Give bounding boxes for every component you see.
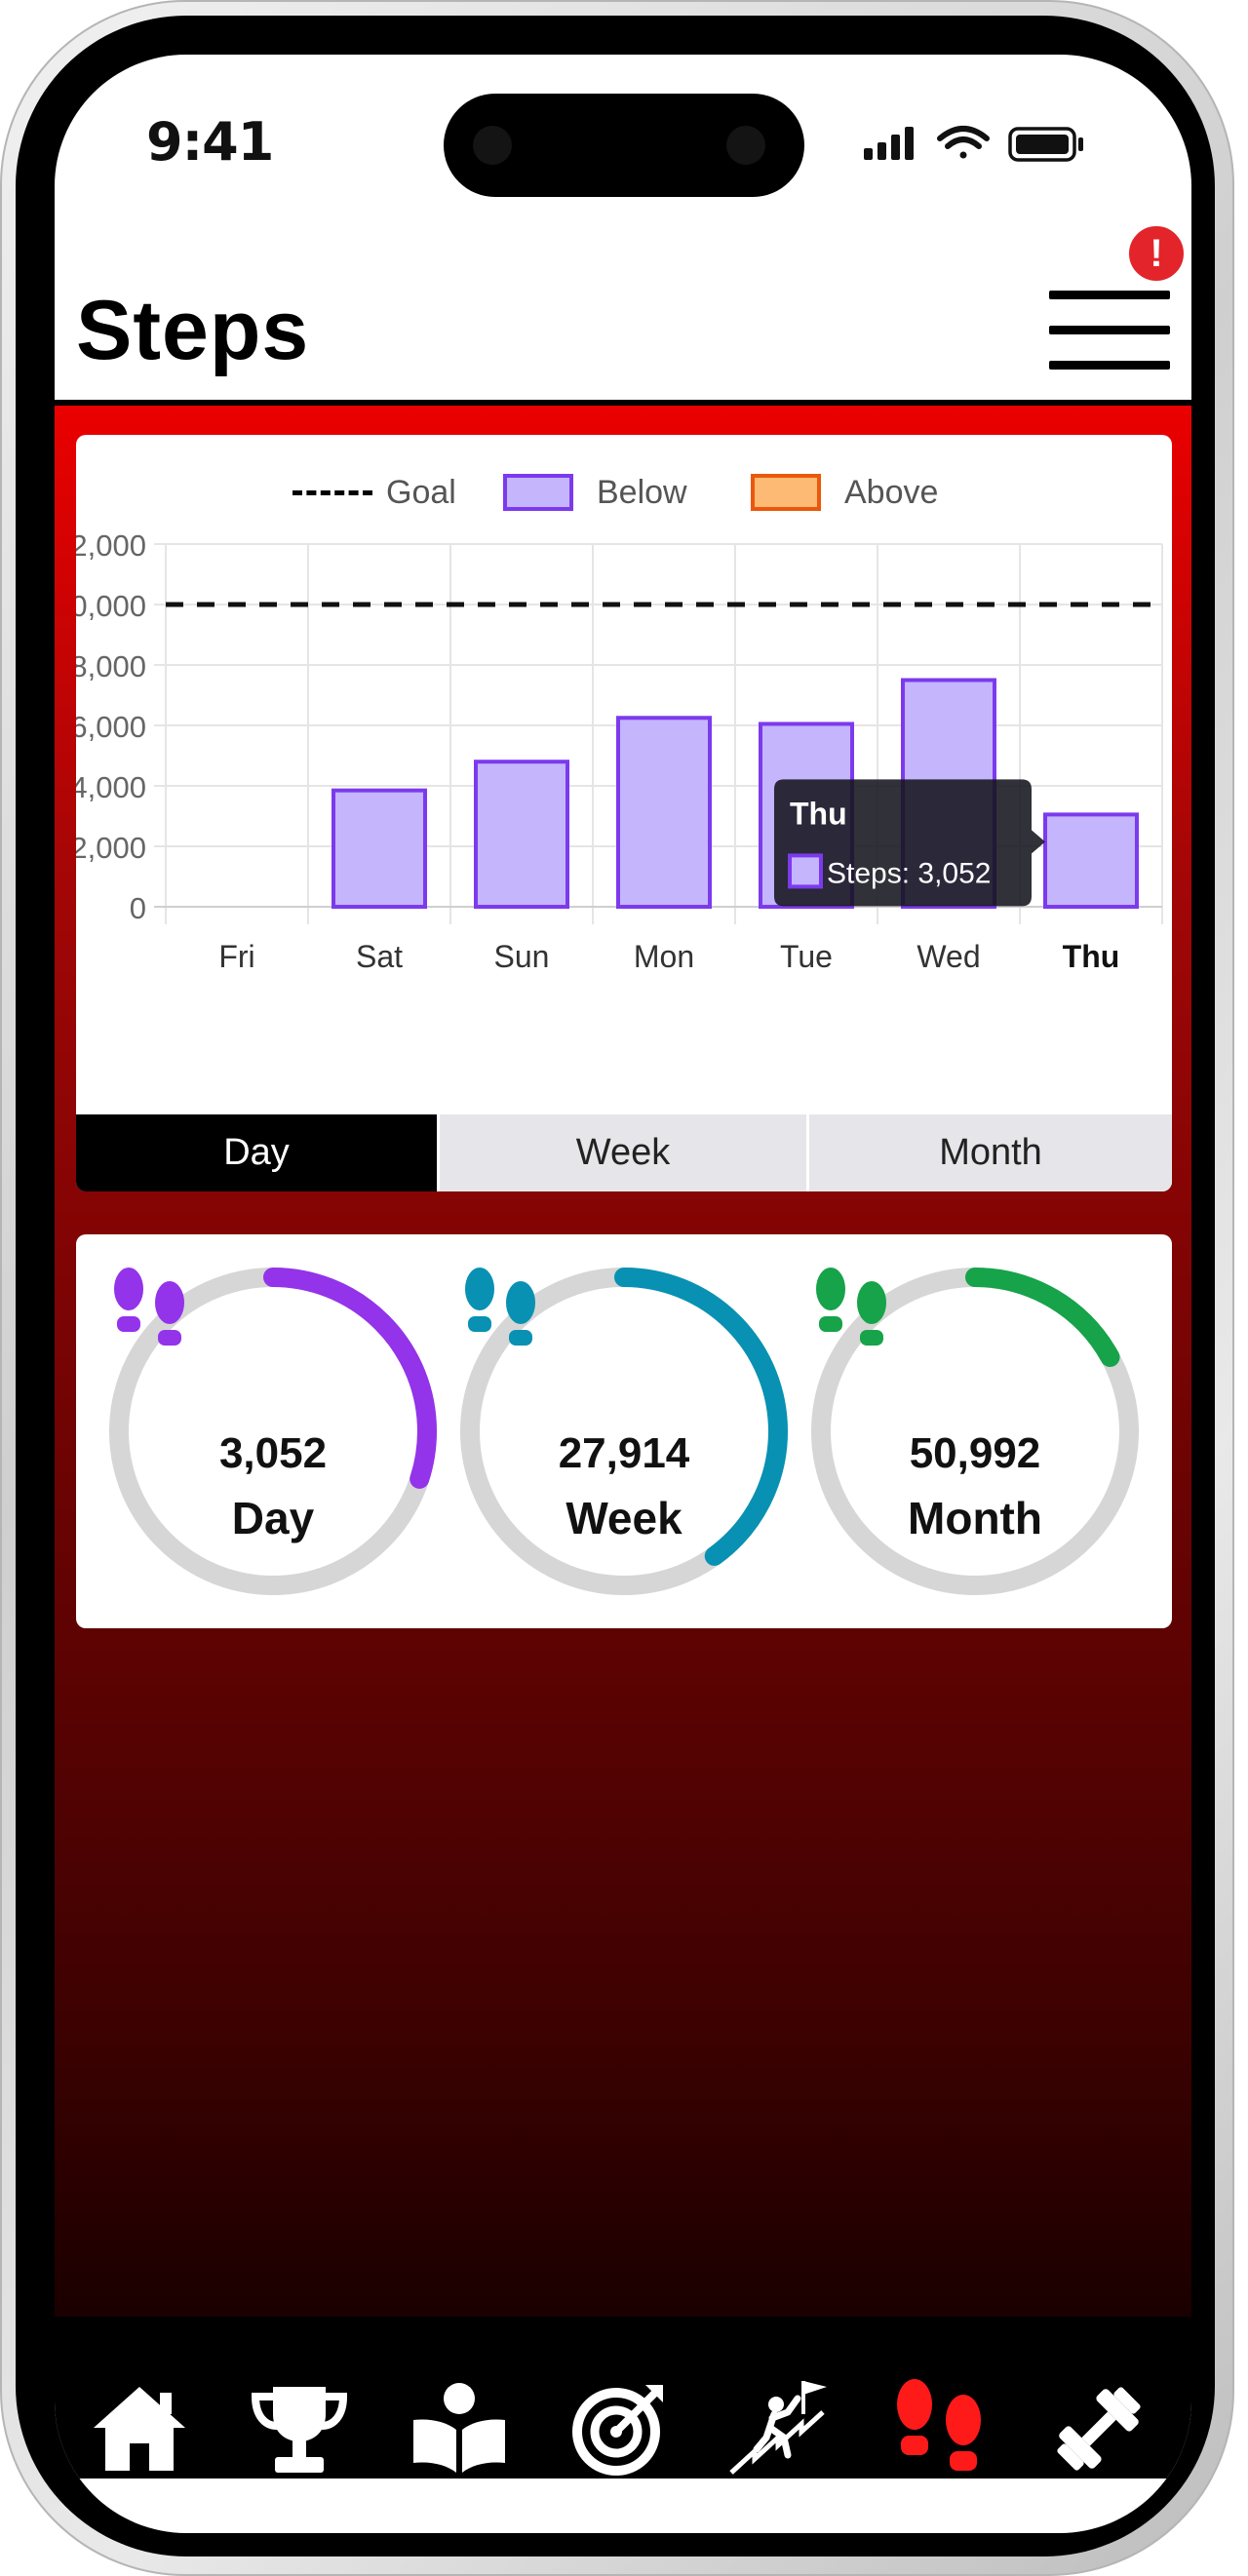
menu-bar bbox=[1049, 326, 1170, 334]
x-tick-label: Fri bbox=[218, 939, 254, 974]
target-icon bbox=[572, 2385, 663, 2476]
camera-icon bbox=[473, 126, 512, 165]
tab-day[interactable]: Day bbox=[76, 1114, 437, 1191]
day-steps-value: 3,052 bbox=[218, 1429, 328, 1477]
chart-card: Goal Below Above 02,0004,0006,0008,00010… bbox=[76, 435, 1172, 1191]
home-icon bbox=[94, 2387, 185, 2471]
summary-card: 3,052 Day 27,914 Week 50,992 Month bbox=[76, 1234, 1172, 1628]
week-steps-label: Week bbox=[566, 1493, 682, 1543]
menu-button[interactable] bbox=[1049, 281, 1170, 378]
alert-badge[interactable]: ! bbox=[1125, 222, 1188, 285]
trophy-icon bbox=[251, 2387, 348, 2473]
page-header: Steps ! bbox=[55, 222, 1191, 406]
nav-learn[interactable] bbox=[406, 2375, 513, 2482]
y-tick-label: 10,000 bbox=[76, 589, 146, 623]
nav-home[interactable] bbox=[86, 2375, 193, 2482]
y-tick-label: 0 bbox=[130, 891, 146, 925]
tooltip-swatch bbox=[788, 853, 823, 889]
range-selector: Day Week Month bbox=[76, 1114, 1172, 1191]
tab-month[interactable]: Month bbox=[806, 1114, 1172, 1191]
nav-goals[interactable] bbox=[566, 2375, 673, 2482]
footsteps-icon bbox=[465, 1268, 535, 1346]
bar-sat bbox=[332, 788, 427, 909]
status-icons bbox=[864, 123, 1098, 170]
steps-bar-chart: 0 2,000 4,000 6,000 8,000 10,000 12,000 Fri Sat S… bbox=[76, 528, 1163, 974]
bar-thu bbox=[1043, 812, 1139, 909]
footsteps-icon bbox=[897, 2379, 981, 2471]
nav-workouts[interactable] bbox=[1045, 2375, 1152, 2482]
nav-challenges[interactable] bbox=[725, 2375, 833, 2482]
signal-icon bbox=[864, 127, 914, 160]
y-tick-label: 6,000 bbox=[76, 710, 146, 744]
x-tick-label: Sat bbox=[356, 939, 403, 974]
menu-bar bbox=[1049, 361, 1170, 370]
y-tick-label: 2,000 bbox=[76, 831, 146, 865]
tooltip-title: Thu bbox=[790, 796, 847, 831]
x-tick-label: Sun bbox=[494, 939, 550, 974]
bar-mon bbox=[616, 716, 712, 909]
wifi-icon bbox=[937, 126, 990, 159]
status-time: 9:41 bbox=[146, 111, 274, 173]
bar-sun bbox=[474, 760, 569, 910]
page-title: Steps bbox=[76, 284, 310, 377]
month-summary[interactable]: 50,992 Month bbox=[809, 1266, 1141, 1597]
app-screen: 9:41 Steps ! Goal Below Above 0 2,000 4,… bbox=[55, 55, 1191, 2533]
climb-goal-icon bbox=[729, 2381, 827, 2475]
sensor-icon bbox=[726, 126, 765, 165]
battery-icon bbox=[1008, 127, 1083, 162]
x-tick-label: Thu bbox=[1063, 939, 1120, 974]
y-tick-label: 12,000 bbox=[76, 528, 146, 563]
day-summary[interactable]: 3,052 Day bbox=[107, 1266, 439, 1597]
x-tick-label: Mon bbox=[634, 939, 694, 974]
reading-icon bbox=[413, 2383, 505, 2473]
y-tick-label: 4,000 bbox=[76, 770, 146, 804]
nav-steps[interactable] bbox=[885, 2375, 993, 2482]
month-steps-label: Month bbox=[908, 1493, 1042, 1543]
tooltip-label: Steps: 3,052 bbox=[827, 857, 991, 889]
month-steps-value: 50,992 bbox=[909, 1429, 1041, 1477]
y-tick-label: 8,000 bbox=[76, 649, 146, 683]
dynamic-island bbox=[444, 94, 804, 197]
week-steps-value: 27,914 bbox=[558, 1429, 690, 1477]
tab-week[interactable]: Week bbox=[437, 1114, 806, 1191]
nav-trophy[interactable] bbox=[246, 2375, 353, 2482]
week-summary[interactable]: 27,914 Week bbox=[458, 1266, 790, 1597]
x-tick-label: Tue bbox=[780, 939, 833, 974]
dumbbell-icon bbox=[1057, 2387, 1141, 2471]
menu-bar bbox=[1049, 291, 1170, 299]
day-steps-label: Day bbox=[231, 1493, 315, 1543]
footsteps-icon bbox=[114, 1268, 184, 1346]
footsteps-icon bbox=[816, 1268, 886, 1346]
bottom-navigation bbox=[55, 2317, 1191, 2478]
x-tick-label: Wed bbox=[916, 939, 980, 974]
